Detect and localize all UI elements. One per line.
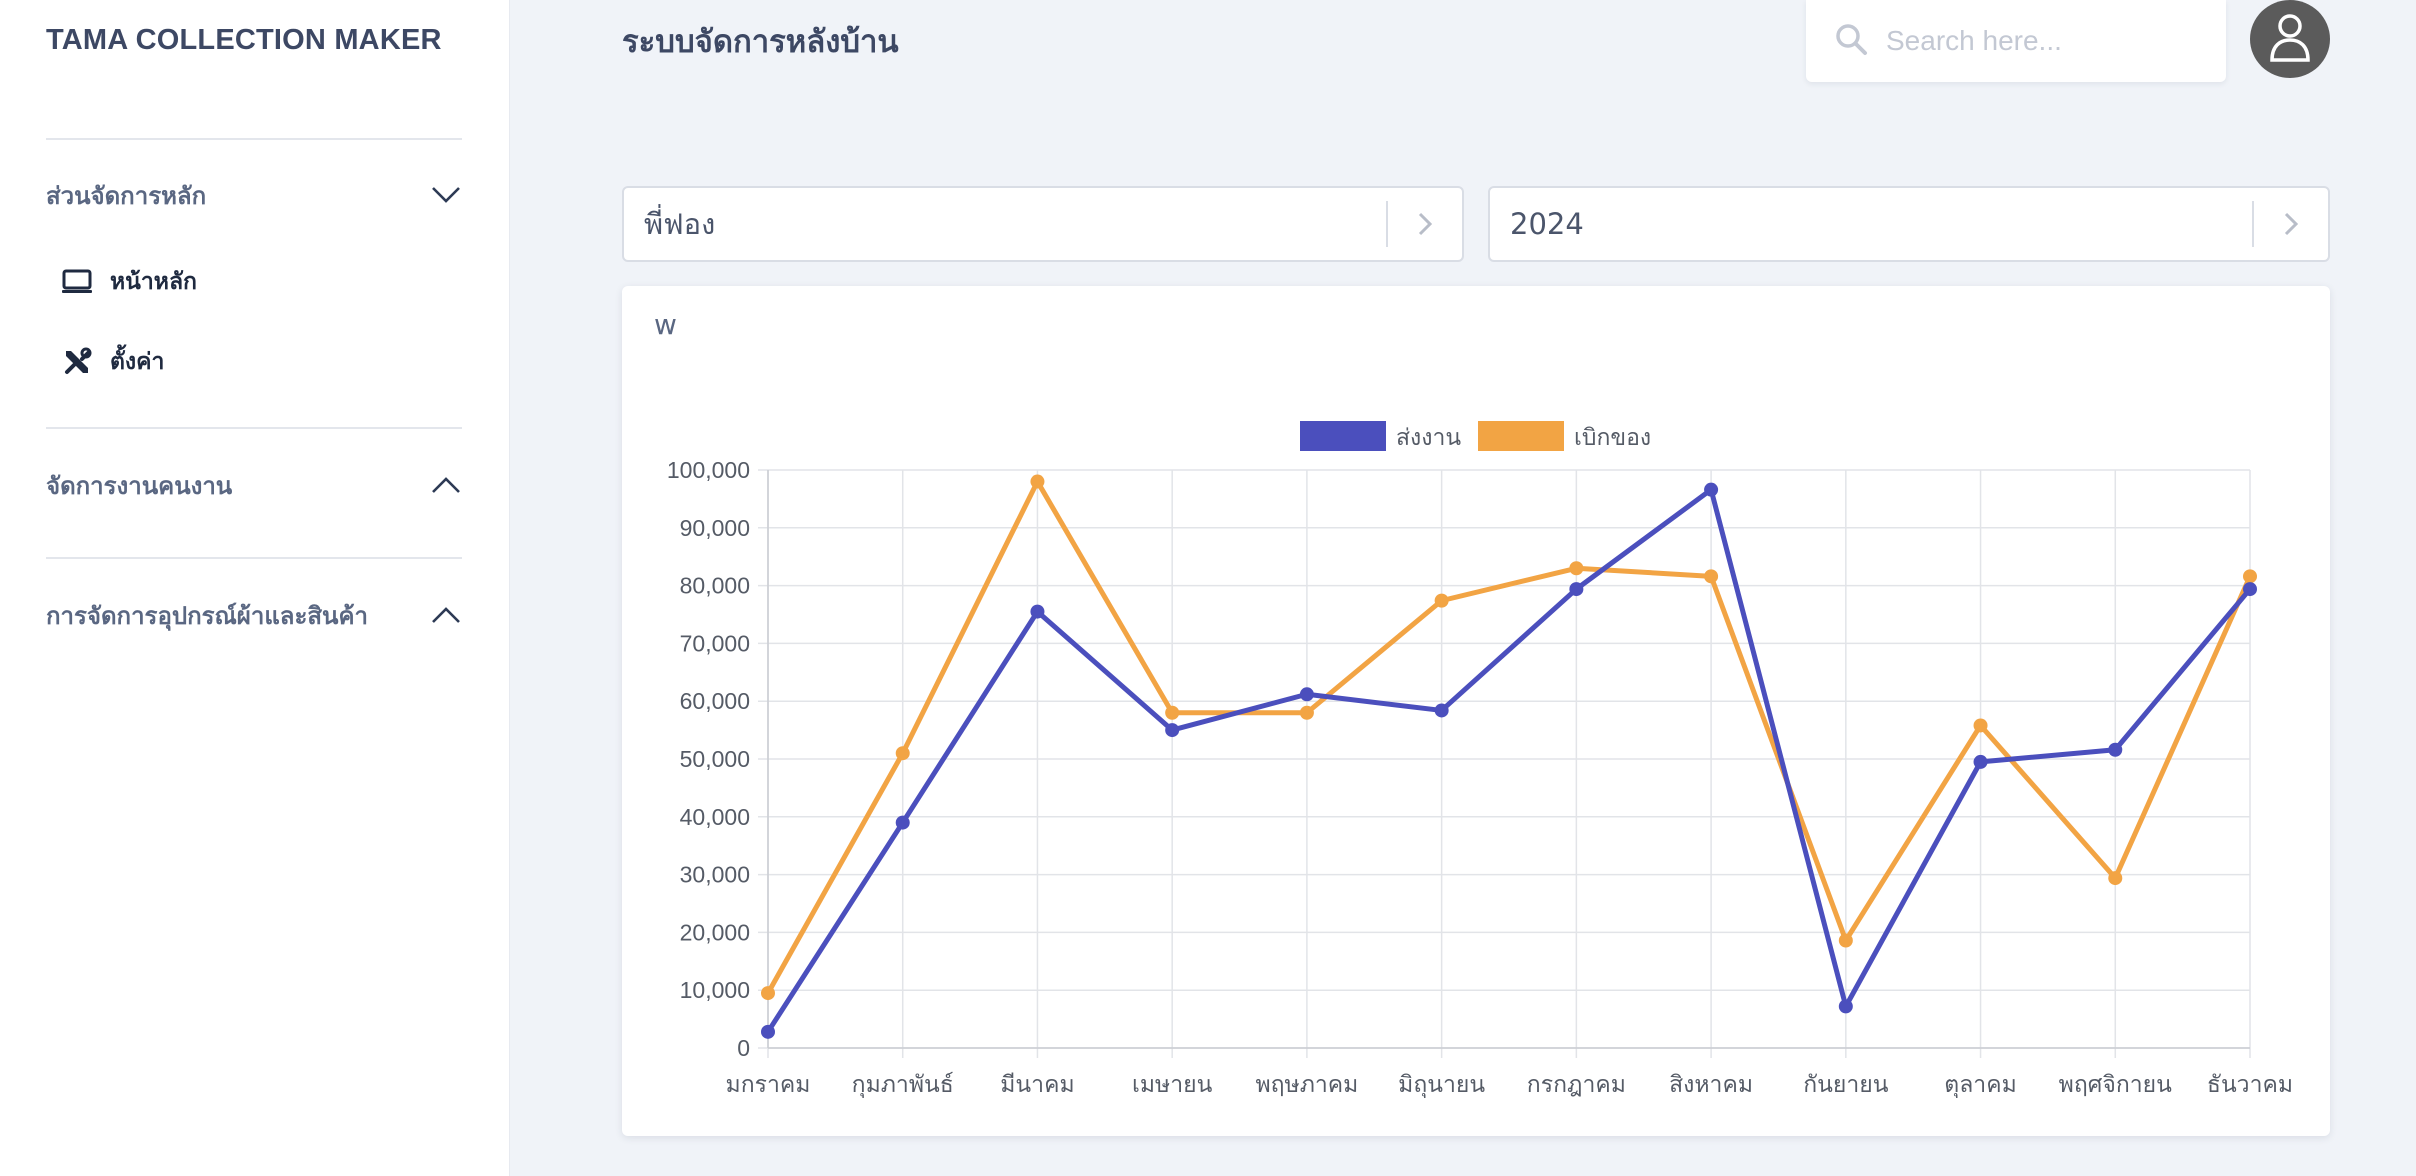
section-main-management[interactable]: ส่วนจัดการหลัก — [46, 175, 462, 215]
data-point-series-2 — [1569, 561, 1584, 576]
y-tick-label: 70,000 — [680, 630, 750, 656]
year-select-value: 2024 — [1510, 207, 1584, 241]
y-tick-label: 100,000 — [667, 457, 750, 483]
legend-label: เบิกของ — [1574, 425, 1651, 451]
chevron-up-icon — [430, 469, 462, 501]
series-line-2 — [765, 479, 2253, 995]
line-chart: 0 10,000 20,000 30,000 40,000 50,000 60,000 70,… — [667, 421, 2293, 1098]
y-tick-label: 0 — [737, 1035, 750, 1061]
avatar[interactable] — [2250, 0, 2330, 78]
legend-swatch — [1478, 421, 1564, 451]
search-icon — [1834, 22, 1868, 61]
data-point-series-2 — [1838, 933, 1853, 948]
y-tick-label: 90,000 — [680, 515, 750, 541]
data-point-series-1 — [1569, 582, 1584, 597]
year-select[interactable]: 2024 — [1488, 186, 2330, 262]
data-point-series-2 — [1973, 718, 1988, 733]
data-point-series-2 — [1704, 569, 1719, 584]
section-label: จัดการงานคนงาน — [46, 471, 233, 500]
data-point-series-2 — [2108, 871, 2123, 886]
brand-title: TAMA COLLECTION MAKER — [46, 24, 442, 56]
divider — [46, 427, 462, 429]
x-tick-label: กันยายน — [1803, 1072, 1889, 1098]
data-point-series-1 — [761, 1024, 775, 1039]
sidebar-item-settings[interactable]: ตั้งค่า — [60, 340, 164, 384]
data-point-series-2 — [1299, 705, 1314, 720]
section-label: ส่วนจัดการหลัก — [46, 181, 207, 210]
x-tick-label: เมษายน — [1132, 1072, 1213, 1098]
data-point-series-2 — [1434, 593, 1449, 608]
search-input[interactable] — [1886, 25, 2216, 57]
sidebar-item-label: ตั้งค่า — [110, 349, 165, 375]
y-tick-label: 20,000 — [680, 919, 750, 945]
x-tick-label: พฤศจิกายน — [2059, 1072, 2172, 1098]
data-point-series-1 — [1704, 482, 1719, 497]
series-line-1 — [765, 487, 2252, 1034]
data-point-series-1 — [2243, 582, 2257, 597]
chart-card: w 0 10,000 20,000 30,000 40,000 50,000 60,000 7… — [622, 286, 2330, 1136]
x-tick-label: มีนาคม — [1000, 1072, 1074, 1098]
chevron-right-icon — [1388, 188, 1462, 260]
monitor-icon — [60, 265, 94, 299]
divider — [46, 138, 462, 140]
data-point-series-2 — [1165, 705, 1180, 720]
section-worker-management[interactable]: จัดการงานคนงาน — [46, 465, 462, 505]
x-tick-label: กรกฎาคม — [1527, 1072, 1626, 1098]
search-box[interactable] — [1806, 0, 2226, 82]
section-label: การจัดการอุปกรณ์ผ้าและสินค้า — [46, 601, 368, 630]
sidebar-item-home[interactable]: หน้าหลัก — [60, 260, 197, 304]
data-point-series-1 — [1973, 754, 1988, 769]
x-tick-label: พฤษภาคม — [1255, 1072, 1358, 1098]
x-tick-label: ตุลาคม — [1944, 1072, 2017, 1098]
y-tick-label: 80,000 — [680, 573, 750, 599]
data-point-series-1 — [2108, 742, 2123, 757]
sidebar: TAMA COLLECTION MAKER ส่วนจัดการหลัก หน้… — [0, 0, 510, 1176]
user-icon — [2268, 12, 2312, 67]
x-tick-label: สิงหาคม — [1669, 1072, 1753, 1098]
x-tick-label: มิถุนายน — [1398, 1072, 1485, 1098]
chevron-down-icon — [430, 179, 462, 211]
y-tick-label: 10,000 — [680, 977, 750, 1003]
worker-select[interactable]: พี่ฟอง — [622, 186, 1464, 262]
section-fabric-product-management[interactable]: การจัดการอุปกรณ์ผ้าและสินค้า — [46, 595, 462, 635]
data-point-series-2 — [761, 986, 775, 1001]
tools-icon — [60, 345, 94, 379]
data-point-series-1 — [895, 815, 910, 830]
page-title: ระบบจัดการหลังบ้าน — [622, 24, 899, 60]
legend-swatch — [1300, 421, 1386, 451]
chevron-up-icon — [430, 599, 462, 631]
y-tick-label: 40,000 — [680, 804, 750, 830]
data-point-series-1 — [1838, 999, 1853, 1014]
x-tick-label: ธันวาคม — [2207, 1072, 2293, 1098]
y-tick-label: 60,000 — [680, 688, 750, 714]
divider — [46, 557, 462, 559]
y-tick-label: 30,000 — [680, 862, 750, 888]
chevron-right-icon — [2254, 188, 2328, 260]
data-point-series-1 — [1165, 723, 1180, 738]
y-tick-label: 50,000 — [680, 746, 750, 772]
x-tick-label: กุมภาพันธ์ — [852, 1071, 954, 1098]
worker-select-value: พี่ฟอง — [644, 207, 716, 241]
data-point-series-1 — [1434, 703, 1449, 718]
data-point-series-2 — [895, 746, 910, 761]
data-point-series-1 — [1030, 604, 1045, 619]
x-tick-label: มกราคม — [726, 1072, 811, 1098]
data-point-series-2 — [1030, 474, 1045, 489]
data-point-series-2 — [2243, 569, 2257, 584]
sidebar-item-label: หน้าหลัก — [110, 269, 197, 295]
legend-label: ส่งงาน — [1396, 425, 1461, 451]
data-point-series-1 — [1299, 687, 1314, 702]
